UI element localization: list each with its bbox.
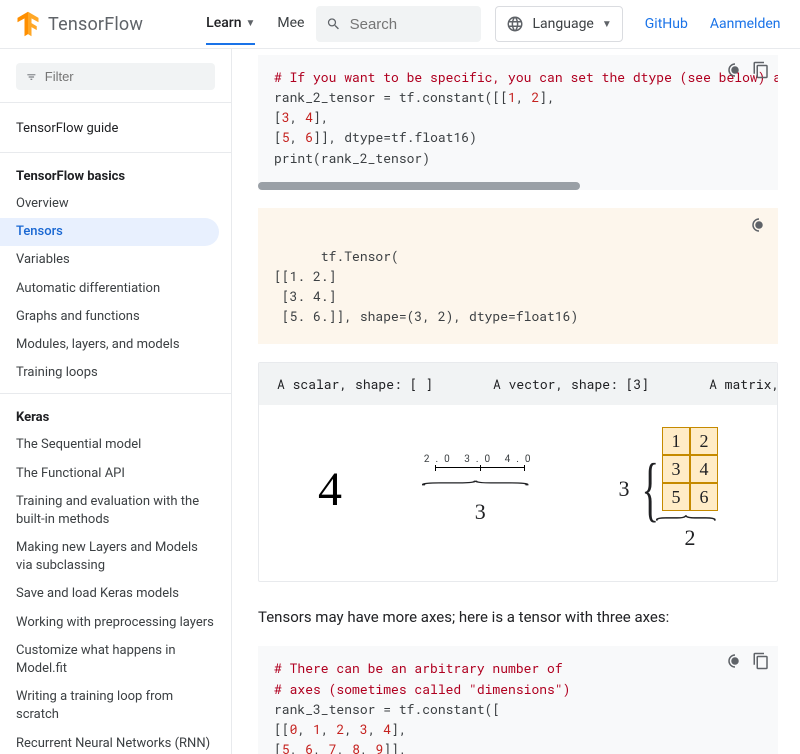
sidebar-item[interactable]: Recurrent Neural Networks (RNN) with Ker… [0, 730, 231, 754]
language-label: Language [532, 16, 593, 32]
sidebar-item[interactable]: Customize what happens in Model.fit [0, 637, 231, 683]
horizontal-scrollbar[interactable] [258, 182, 778, 190]
brand-text: TensorFlow [48, 14, 143, 35]
language-selector[interactable]: Language ▼ [495, 6, 622, 42]
scalar-illustration: 4 [318, 462, 342, 517]
search-input[interactable] [350, 16, 472, 33]
sidebar-item-autodiff[interactable]: Automatic differentiation [0, 275, 231, 303]
sidebar-section-title: TensorFlow basics [0, 163, 231, 190]
nav-tab-learn[interactable]: Learn ▼ [206, 3, 255, 45]
nav-tab-label: Mee [277, 15, 304, 31]
code-block-rank2: # If you want to be specific, you can se… [258, 55, 778, 182]
theme-toggle-icon[interactable] [726, 652, 744, 670]
sidebar-item[interactable]: Making new Layers and Models via subclas… [0, 534, 231, 580]
code-block-rank3: # There can be an arbitrary number of # … [258, 646, 778, 754]
sidebar-item[interactable]: Working with preprocessing layers [0, 609, 231, 637]
shape-header-vector: A vector, shape: [3] [493, 375, 649, 393]
filter-input[interactable] [45, 69, 205, 84]
sidebar-item[interactable]: Save and load Keras models [0, 580, 231, 608]
sidebar-item-overview[interactable]: Overview [0, 190, 231, 218]
sidebar-item-tensors[interactable]: Tensors [0, 218, 219, 246]
paragraph-text: Tensors may have more axes; here is a te… [258, 608, 778, 626]
matrix-illustration: 3 { 12 34 56 { 2 [618, 427, 718, 551]
shape-illustration-panel: A scalar, shape: [ ] A vector, shape: [3… [258, 362, 778, 582]
main-content: # If you want to be specific, you can se… [232, 49, 800, 754]
sidebar-top-link[interactable]: TensorFlow guide [0, 103, 231, 152]
globe-icon [506, 15, 524, 33]
sidebar: TensorFlow guide TensorFlow basics Overv… [0, 49, 232, 754]
sidebar-item-training-loops[interactable]: Training loops [0, 359, 231, 387]
output-block: tf.Tensor( [[1. 2.] [3. 4.] [5. 6.]], sh… [258, 208, 778, 345]
sidebar-item-modules[interactable]: Modules, layers, and models [0, 331, 231, 359]
sidebar-item-variables[interactable]: Variables [0, 246, 231, 274]
filter-container[interactable] [16, 63, 215, 90]
nav-tab-more[interactable]: Mee [277, 3, 304, 45]
sidebar-item[interactable]: The Functional API [0, 460, 231, 488]
shape-header-matrix: A matrix, shape: [3, 2] [709, 375, 778, 393]
chevron-down-icon: ▼ [246, 18, 256, 29]
sign-in-link[interactable]: Aanmelden [710, 16, 781, 32]
shape-header-scalar: A scalar, shape: [ ] [277, 375, 433, 393]
github-link[interactable]: GitHub [645, 16, 688, 32]
filter-icon [26, 71, 37, 83]
sidebar-item[interactable]: The Sequential model [0, 431, 231, 459]
nav-tab-label: Learn [206, 15, 241, 31]
theme-toggle-icon[interactable] [726, 61, 744, 79]
search-input-container[interactable] [316, 6, 481, 42]
copy-icon[interactable] [752, 61, 770, 79]
sidebar-item[interactable]: Writing a training loop from scratch [0, 683, 231, 729]
sidebar-item-graphs[interactable]: Graphs and functions [0, 303, 231, 331]
chevron-down-icon: ▼ [602, 19, 612, 30]
search-icon [326, 15, 341, 33]
sidebar-section-title: Keras [0, 404, 231, 431]
tensorflow-logo-icon [14, 10, 42, 38]
theme-toggle-icon[interactable] [750, 216, 768, 234]
copy-icon[interactable] [752, 652, 770, 670]
sidebar-item[interactable]: Training and evaluation with the built-i… [0, 488, 231, 534]
vector-illustration: 2.0 3.0 4.0 { 3 [424, 454, 537, 525]
